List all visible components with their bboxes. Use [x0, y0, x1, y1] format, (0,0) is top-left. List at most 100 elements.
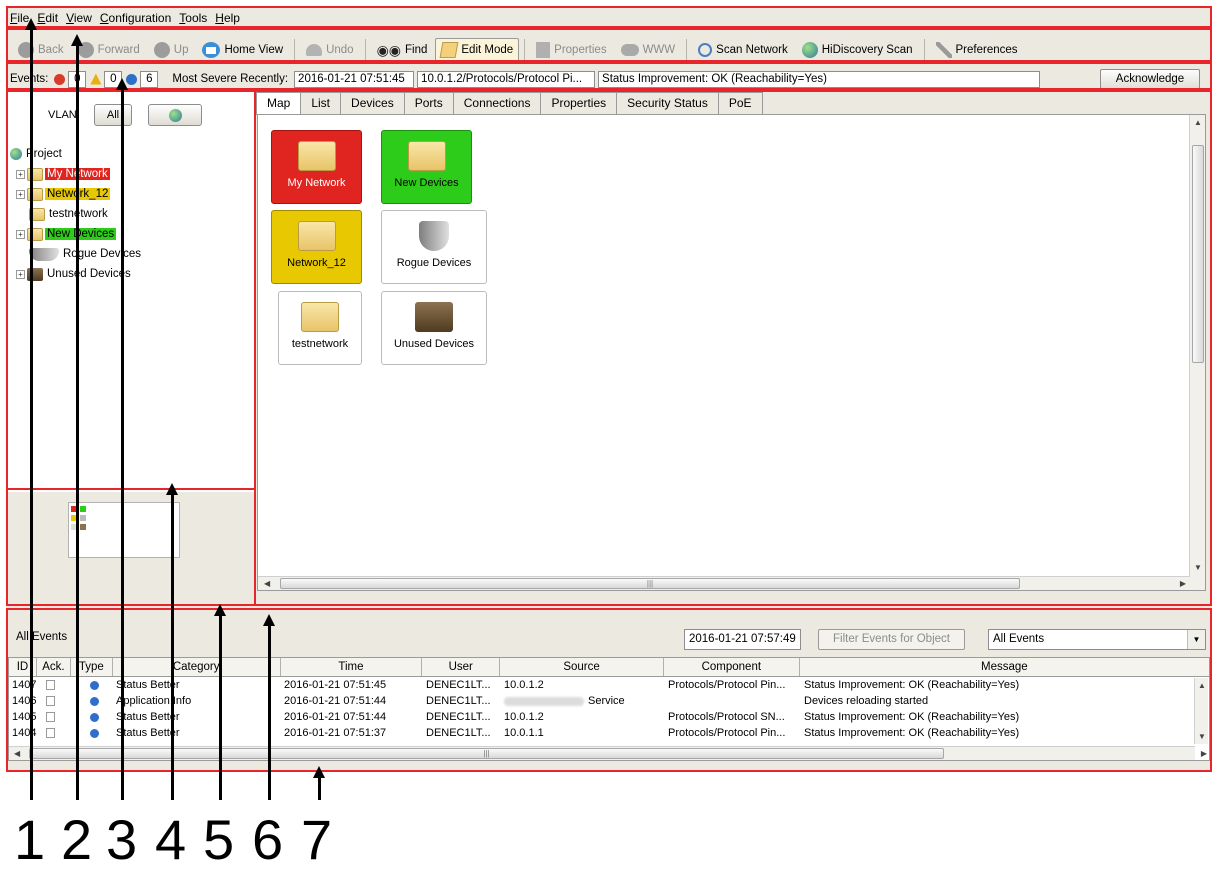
menu-edit[interactable]: Edit	[37, 11, 58, 25]
table-row[interactable]: 1406 Application Info 2016-01-21 07:51:4…	[9, 693, 1209, 709]
table-row[interactable]: 1404 Status Better 2016-01-21 07:51:37 D…	[9, 725, 1209, 741]
vlan-all-button[interactable]: All	[94, 104, 132, 126]
ack-checkbox[interactable]	[46, 712, 55, 723]
tab-map[interactable]: Map	[256, 92, 302, 115]
map-tile-network-12[interactable]: Network_12	[271, 210, 362, 284]
scroll-thumb[interactable]	[1192, 145, 1204, 363]
callout-arrow-4	[171, 495, 174, 800]
undo-button[interactable]: Undo	[300, 38, 360, 62]
tab-properties[interactable]: Properties	[540, 92, 618, 114]
map-tile-rogue-devices[interactable]: Rogue Devices	[381, 210, 487, 284]
project-tree-panel: VLAN: All Project + My Network + Network…	[8, 92, 255, 492]
callout-arrow-5	[219, 616, 222, 800]
expand-icon[interactable]: +	[16, 269, 25, 279]
menu-tools[interactable]: Tools	[179, 11, 207, 25]
magnifier-icon	[698, 43, 713, 57]
scroll-up-icon[interactable]: ▲	[1194, 118, 1202, 127]
cell-category: Application Info	[116, 695, 192, 707]
ack-checkbox[interactable]	[46, 728, 55, 739]
cell-category: Status Better	[116, 711, 180, 723]
callout-arrow-6	[268, 626, 271, 800]
toolbar: Back Forward Up Home View Undo ◉◉ Find Ed…	[12, 34, 1024, 66]
callout-arrowhead-5	[214, 604, 226, 616]
tree-label: Rogue Devices	[63, 248, 141, 260]
cell-time: 2016-01-21 07:51:45	[284, 679, 387, 691]
home-icon	[202, 42, 221, 58]
cell-source: 10.0.1.2	[504, 711, 544, 723]
map-vertical-scrollbar[interactable]: ▲ ▼	[1189, 115, 1205, 590]
preferences-button[interactable]: Preferences	[930, 38, 1024, 62]
cell-source: 10.0.1.1	[504, 727, 544, 739]
events-vertical-scrollbar[interactable]: ▲ ▼	[1194, 678, 1208, 744]
map-tile-testnetwork[interactable]: testnetwork	[278, 291, 362, 365]
back-label: Back	[38, 44, 64, 56]
table-row[interactable]: 1405 Status Better 2016-01-21 07:51:44 D…	[9, 709, 1209, 725]
up-button[interactable]: Up	[148, 38, 195, 62]
scan-network-button[interactable]: Scan Network	[692, 38, 794, 62]
home-view-button[interactable]: Home View	[196, 38, 289, 62]
map-horizontal-scrollbar[interactable]: ◀ ||| ▶	[258, 576, 1190, 590]
events-panel-title: All Events	[16, 631, 68, 643]
column-header-source[interactable]: Source	[500, 658, 664, 676]
column-header-user[interactable]: User	[422, 658, 501, 676]
ack-checkbox[interactable]	[46, 680, 55, 691]
map-tile-new-devices[interactable]: New Devices	[381, 130, 472, 204]
tab-security-status[interactable]: Security Status	[616, 92, 719, 114]
properties-button[interactable]: Properties	[530, 38, 612, 62]
info-icon	[90, 696, 99, 706]
menu-view[interactable]: View	[66, 11, 92, 25]
tab-connections[interactable]: Connections	[452, 92, 542, 114]
cell-ack	[37, 677, 71, 693]
scroll-thumb[interactable]: |||	[29, 748, 944, 759]
cell-ack	[37, 709, 71, 725]
www-icon	[620, 44, 639, 56]
scroll-right-icon[interactable]: ▶	[1201, 749, 1207, 758]
back-button[interactable]: Back	[12, 38, 70, 62]
cell-ack	[37, 725, 71, 741]
expand-icon[interactable]: +	[16, 229, 25, 239]
undo-label: Undo	[326, 44, 354, 56]
map-tile-unused-devices[interactable]: Unused Devices	[381, 291, 487, 365]
column-header-time[interactable]: Time	[281, 658, 423, 676]
column-header-component[interactable]: Component	[664, 658, 800, 676]
events-filter-select[interactable]: All Events ▼	[988, 629, 1206, 650]
chevron-down-icon[interactable]: ▼	[1187, 630, 1205, 649]
column-header-category[interactable]: Category	[113, 658, 281, 676]
expand-icon[interactable]: +	[16, 189, 25, 199]
column-header-message[interactable]: Message	[800, 658, 1209, 676]
tab-poe[interactable]: PoE	[717, 92, 763, 114]
scroll-right-icon[interactable]: ▶	[1180, 579, 1186, 588]
scroll-up-icon[interactable]: ▲	[1198, 681, 1206, 690]
find-button[interactable]: ◉◉ Find	[371, 38, 434, 62]
cell-time: 2016-01-21 07:51:44	[284, 695, 387, 707]
scroll-left-icon[interactable]: ◀	[14, 749, 20, 758]
tree-label: Unused Devices	[47, 268, 131, 280]
scroll-left-icon[interactable]: ◀	[264, 579, 270, 588]
scroll-thumb[interactable]: |||	[280, 578, 1020, 589]
acknowledge-button[interactable]: Acknowledge	[1100, 69, 1200, 89]
menu-configuration[interactable]: Configuration	[100, 11, 171, 25]
vlan-network-button[interactable]	[148, 104, 202, 126]
properties-label: Properties	[554, 44, 607, 56]
shield-icon	[29, 247, 59, 261]
ack-checkbox[interactable]	[46, 696, 55, 707]
events-horizontal-scrollbar[interactable]: ◀ ||| ▶	[9, 746, 1207, 760]
map-tile-my-network[interactable]: My Network	[271, 130, 362, 204]
menu-help[interactable]: Help	[215, 11, 240, 25]
home-label: Home View	[224, 44, 284, 56]
scroll-down-icon[interactable]: ▼	[1194, 563, 1202, 572]
table-row[interactable]: 1407 Status Better 2016-01-21 07:51:45 D…	[9, 677, 1209, 693]
tab-list[interactable]: List	[300, 92, 342, 114]
filter-events-button[interactable]: Filter Events for Object	[818, 629, 965, 650]
cell-user: DENEC1LT...	[426, 679, 491, 691]
hidiscovery-scan-button[interactable]: HiDiscovery Scan	[796, 38, 919, 62]
www-button[interactable]: WWW	[615, 38, 682, 62]
edit-mode-button[interactable]: Edit Mode	[435, 38, 520, 62]
scroll-down-icon[interactable]: ▼	[1198, 732, 1206, 741]
expand-icon[interactable]: +	[16, 169, 25, 179]
error-icon	[54, 73, 66, 85]
overview-viewport[interactable]	[68, 502, 180, 558]
tab-ports[interactable]: Ports	[403, 92, 454, 114]
column-header-ack[interactable]: Ack.	[37, 658, 71, 676]
tab-devices[interactable]: Devices	[340, 92, 405, 114]
